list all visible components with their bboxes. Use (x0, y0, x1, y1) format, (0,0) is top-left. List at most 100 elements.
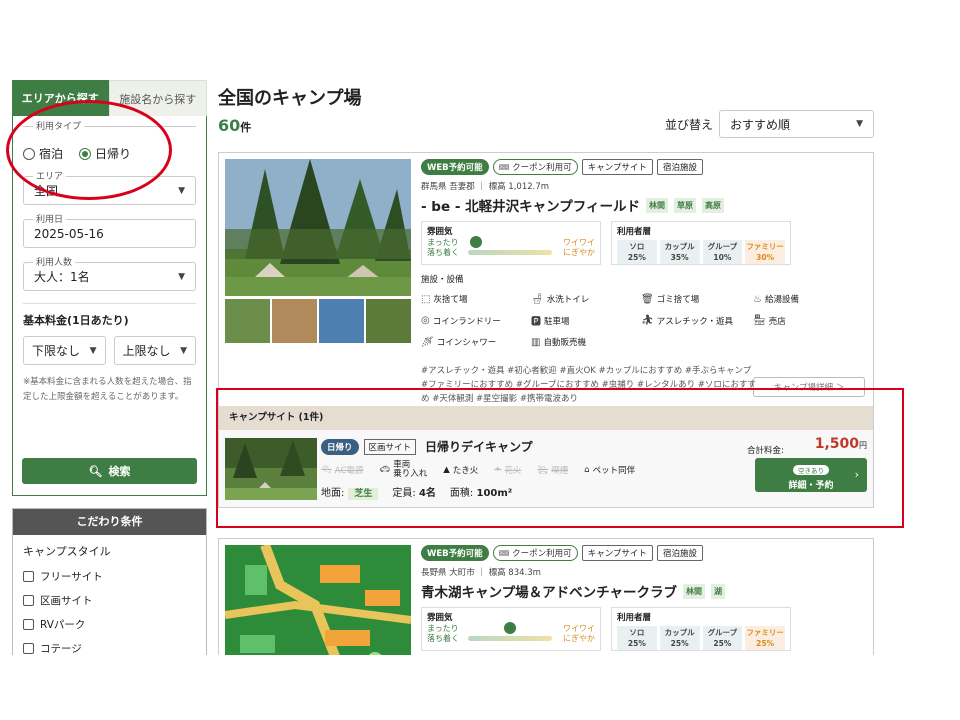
vending-machine-icon: ▥ (531, 336, 541, 348)
users-label: グループ (707, 628, 738, 637)
price-range: 下限なし ▼ 上限なし ▼ (23, 336, 196, 365)
thumbnail[interactable] (319, 299, 364, 343)
price-max-select[interactable]: 上限なし ▼ (113, 336, 196, 365)
badge-coupon-label: クーポン利用可 (512, 549, 572, 559)
campground-name[interactable]: - be - 北軽井沢キャンプフィールド (421, 195, 640, 215)
hot-water-icon: ♨︎ (753, 293, 762, 305)
chevron-down-icon: ▼ (856, 119, 863, 129)
users-family: ファミリー 30% (745, 240, 785, 264)
people-value: 大人：1名 (34, 270, 90, 284)
tag-forest: 林間 (682, 583, 705, 599)
atmosphere-pin-icon (470, 236, 483, 248)
forest-photo-image (225, 159, 411, 296)
atmosphere-right: ワイワイ にぎやか (563, 624, 595, 643)
people-group: 利用人数 大人：1名 ▼ (23, 255, 196, 291)
checkbox-cottage[interactable]: コテージ (23, 641, 196, 655)
checkbox-label: フリーサイト (40, 571, 103, 583)
atmosphere-bar (468, 636, 552, 641)
location-elevation: 群馬県 吾妻郡 ｜ 標高 1,012.7m (421, 182, 550, 192)
badge-lodging: 宿泊施設 (656, 545, 703, 561)
atmosphere-bar (468, 250, 552, 255)
thumbnail[interactable] (272, 299, 317, 343)
sort-select[interactable]: おすすめ順 ▼ (719, 110, 874, 138)
playground-icon: ⛹︎ (641, 315, 654, 326)
users-label: カップル (664, 628, 695, 637)
sort-value: おすすめ順 (730, 117, 791, 132)
users-pct: 25% (627, 639, 646, 648)
badge-coupon: 🎟︎ クーポン利用可 (492, 159, 578, 175)
date-label: 利用日 (33, 212, 67, 225)
checkbox-free-site[interactable]: フリーサイト (23, 569, 196, 584)
users-heading: 利用者層 (617, 613, 652, 623)
users-solo: ソロ 25% (617, 240, 657, 264)
chevron-down-icon: ▼ (180, 345, 187, 356)
atmosphere-meter: 雰囲気 まったり 落ち着く ワイワイ にぎやか (421, 221, 601, 265)
price-note: ※基本料金に含まれる人数を超えた場合、指定した上限金額を超えることがあります。 (23, 377, 192, 402)
checkbox-rv-park[interactable]: RVパーク (23, 617, 196, 632)
checkbox-box[interactable] (23, 595, 34, 606)
kodawari-panel: こだわり条件 キャンプスタイル フリーサイト 区画サイト RVパーク コテージ (12, 508, 207, 655)
users-pct: 25% (713, 639, 732, 648)
users-pct: 25% (627, 253, 646, 262)
annotation-highlight-box (216, 388, 904, 528)
kodawari-heading: こだわり条件 (13, 509, 206, 535)
users-couple: カップル 25% (659, 626, 700, 650)
users-label: カップル (664, 242, 695, 251)
ash-disposal-icon: ⬚ (421, 293, 431, 305)
users-group: グループ 10% (702, 240, 743, 264)
search-button[interactable]: 🔍︎ 検索 (22, 458, 197, 484)
users-heading: 利用者層 (617, 227, 652, 237)
campground-card[interactable]: WEB予約可能 🎟︎ クーポン利用可 キャンプサイト 宿泊施設 長野県 大町市 … (218, 538, 874, 655)
badge-camp-site: キャンプサイト (581, 159, 653, 175)
campground-info: WEB予約可能 🎟︎ クーポン利用可 キャンプサイト 宿泊施設 長野県 大町市 … (421, 545, 871, 651)
facility-item: ⛹︎ アスレチック・遊具 (641, 313, 753, 328)
checkbox-label: RVパーク (40, 619, 86, 631)
badge-coupon: 🎟︎ クーポン利用可 (492, 545, 578, 561)
facility-label: ゴミ捨て場 (656, 295, 700, 305)
badge-row: WEB予約可能 🎟︎ クーポン利用可 キャンプサイト 宿泊施設 (421, 159, 871, 175)
users-pct: 30% (756, 253, 775, 262)
meters-row: 雰囲気 まったり 落ち着く ワイワイ にぎやか 利用者層 ソロ 25% カップル 3… (421, 221, 871, 265)
search-icon: 🔍︎ (88, 464, 103, 478)
price-max-value: 上限なし (122, 344, 171, 358)
checkbox-box[interactable] (23, 619, 34, 630)
people-label: 利用人数 (33, 255, 76, 268)
facility-label: コインシャワー (436, 338, 497, 348)
facility-label: 給湯設備 (764, 295, 799, 305)
thumbnail[interactable] (225, 299, 270, 343)
trash-icon: 🗑︎ (641, 293, 654, 305)
checkbox-box[interactable] (23, 571, 34, 582)
date-value: 2025-05-16 (34, 226, 104, 241)
camp-style-heading: キャンプスタイル (23, 545, 111, 558)
users-label: ソロ (629, 242, 645, 251)
checkbox-box[interactable] (23, 643, 34, 654)
user-demographics: 利用者層 ソロ 25% カップル 25% グループ 25% ファミリー 25% (611, 607, 791, 651)
price-min-select[interactable]: 下限なし ▼ (23, 336, 106, 365)
facility-label: 売店 (768, 316, 786, 327)
price-heading: 基本料金(1日あたり) (23, 314, 129, 327)
tag-lake: 湖 (710, 583, 725, 599)
checkbox-section-site[interactable]: 区画サイト (23, 593, 196, 608)
badge-web-booking: WEB予約可能 (421, 545, 489, 561)
price-min-value: 下限なし (32, 344, 81, 358)
campground-name-row: 青木湖キャンプ場＆アドベンチャークラブ 林間 湖 (421, 581, 871, 601)
coupon-icon: 🎟︎ (498, 163, 510, 173)
campground-photo[interactable] (225, 159, 411, 296)
campground-name[interactable]: 青木湖キャンプ場＆アドベンチャークラブ (421, 581, 677, 601)
thumbnail[interactable] (366, 299, 411, 343)
facility-item: 🚿︎ コインシャワー (421, 336, 531, 349)
badge-coupon-label: クーポン利用可 (512, 163, 572, 173)
page: エリアから探す 施設名から探す 利用タイプ 宿泊 日帰り エリア 全国 ▼ 利用日… (0, 0, 960, 720)
chevron-down-icon: ▼ (178, 185, 185, 196)
result-count-number: 60 (218, 116, 241, 135)
campground-photo[interactable] (225, 545, 411, 655)
facility-label: 駐車場 (544, 316, 570, 327)
atmosphere-left: まったり 落ち着く (427, 624, 459, 643)
annotation-ellipse (6, 100, 172, 200)
results-main: 全国のキャンプ場 60件 並び替え おすすめ順 ▼ WEB予約可能 🎟︎ クーポ… (218, 80, 878, 655)
shower-icon: 🚿︎ (421, 336, 434, 348)
badge-web-booking: WEB予約可能 (421, 159, 489, 175)
facilities-heading: 施設・設備 (421, 275, 464, 285)
facility-item: 🏪︎ 売店 (753, 313, 863, 328)
users-family: ファミリー 25% (745, 626, 785, 650)
